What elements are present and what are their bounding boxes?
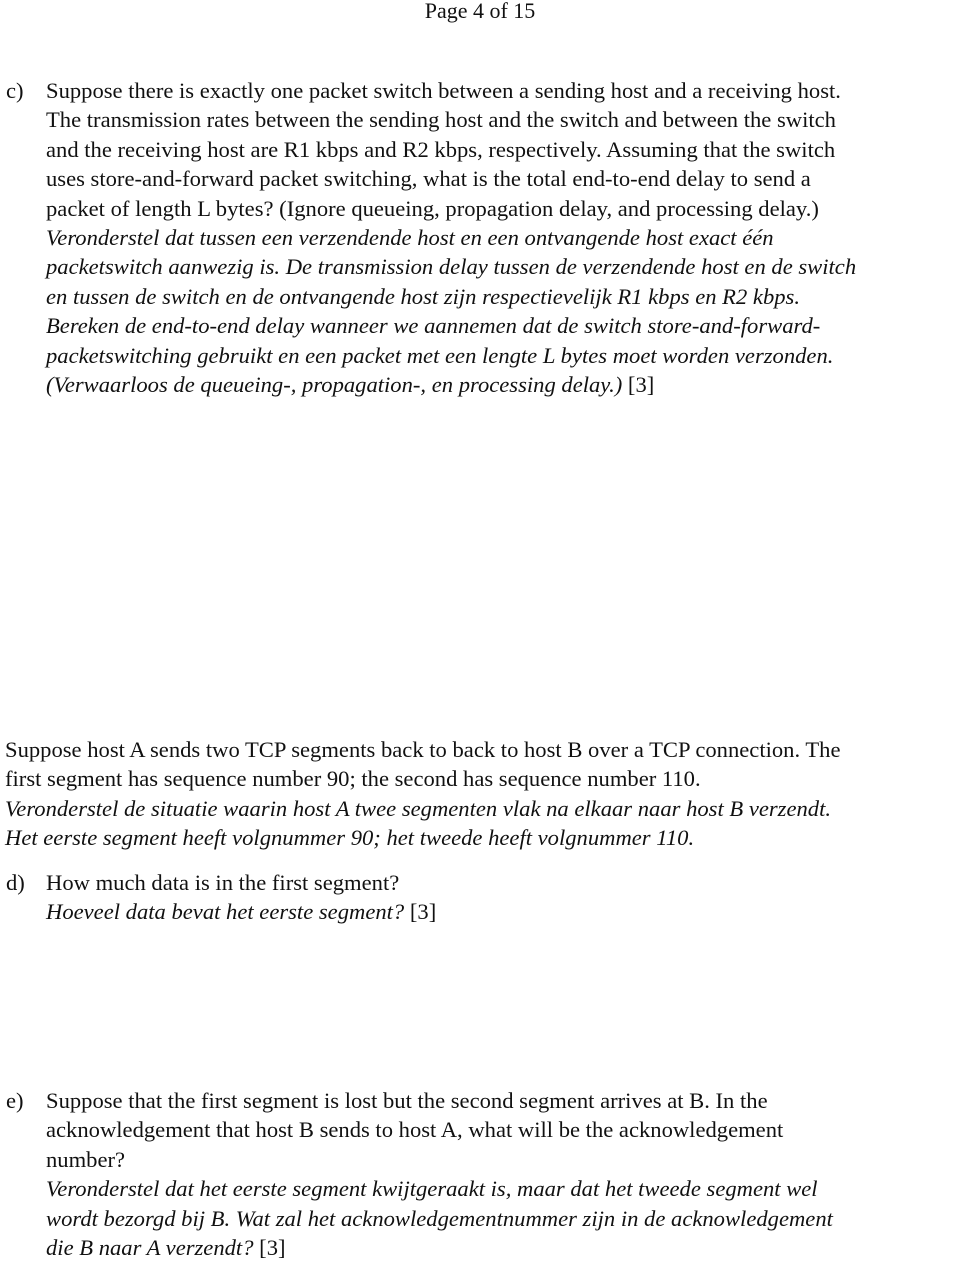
- question-c-english-line: uses store-and-forward packet switching,…: [46, 166, 811, 192]
- question-e-english: Suppose that the first segment is lost b…: [0, 1086, 960, 1174]
- question-c-dutch: Veronderstel dat tussen een verzendende …: [0, 223, 960, 399]
- question-c-dutch-line-last: (Verwaarloos de queueing-, propagation-,…: [46, 370, 960, 399]
- tcp-intro-english: Suppose host A sends two TCP segments ba…: [0, 735, 960, 794]
- question-c-dutch-text: (Verwaarloos de queueing-, propagation-,…: [46, 371, 623, 397]
- question-e-dutch-line: wordt bezorgd bij B. Wat zal het acknowl…: [46, 1205, 833, 1231]
- question-e-dutch-text: die B naar A verzendt?: [46, 1234, 254, 1260]
- question-d-dutch-text: Hoeveel data bevat het eerste segment?: [46, 899, 405, 925]
- question-e-dutch-line: Veronderstel dat het eerste segment kwij…: [46, 1176, 818, 1202]
- question-c-dutch-line: Veronderstel dat tussen een verzendende …: [46, 224, 774, 250]
- question-e-points: [3]: [259, 1234, 286, 1260]
- question-c-english: Suppose there is exactly one packet swit…: [0, 76, 960, 223]
- tcp-intro-english-line: Suppose host A sends two TCP segments ba…: [5, 737, 841, 762]
- tcp-intro-english-line: first segment has sequence number 90; th…: [5, 766, 701, 792]
- question-e-dutch-line-last: die B naar A verzendt? [3]: [46, 1233, 960, 1262]
- question-c-english-line: packet of length L bytes? (Ignore queuei…: [46, 195, 819, 221]
- tcp-intro-dutch: Veronderstel de situatie waarin host A t…: [0, 794, 960, 853]
- tcp-scenario-intro: Suppose host A sends two TCP segments ba…: [0, 735, 960, 853]
- tcp-intro-dutch-line: Veronderstel de situatie waarin host A t…: [5, 795, 832, 821]
- tcp-intro-dutch-line: Het eerste segment heeft volgnummer 90; …: [5, 825, 695, 851]
- question-e-dutch: Veronderstel dat het eerste segment kwij…: [0, 1174, 960, 1262]
- question-d-dutch: Hoeveel data bevat het eerste segment? […: [0, 897, 960, 926]
- question-d-dutch-line: Hoeveel data bevat het eerste segment? […: [46, 897, 960, 926]
- question-c: c) Suppose there is exactly one packet s…: [0, 76, 960, 399]
- question-e-english-line: acknowledgement that host B sends to hos…: [46, 1117, 784, 1143]
- question-c-dutch-line: packetswitching gebruikt en een packet m…: [46, 342, 834, 368]
- question-e: e) Suppose that the first segment is los…: [0, 1086, 960, 1262]
- question-d-english: How much data is in the first segment?: [0, 868, 960, 897]
- question-c-english-line: The transmission rates between the sendi…: [46, 107, 836, 133]
- question-d: d) How much data is in the first segment…: [0, 868, 960, 927]
- question-c-english-line: Suppose there is exactly one packet swit…: [46, 78, 841, 103]
- question-c-points: [3]: [627, 371, 655, 397]
- question-d-points: [3]: [409, 899, 437, 925]
- question-c-dutch-line: en tussen de switch en de ontvangende ho…: [46, 283, 800, 309]
- question-c-label: c): [6, 78, 24, 103]
- question-c-dutch-line: Bereken de end-to-end delay wanneer we a…: [46, 313, 821, 339]
- question-c-dutch-line: packetswitch aanwezig is. De transmissio…: [46, 254, 857, 280]
- question-d-label: d): [6, 870, 25, 895]
- question-c-english-line: and the receiving host are R1 kbps and R…: [46, 136, 836, 162]
- question-e-label: e): [6, 1088, 24, 1113]
- question-e-english-line: Suppose that the first segment is lost b…: [46, 1088, 768, 1113]
- page-number: Page 4 of 15: [424, 0, 536, 23]
- question-e-english-line: number?: [46, 1146, 126, 1172]
- question-d-english-line: How much data is in the first segment?: [46, 870, 400, 895]
